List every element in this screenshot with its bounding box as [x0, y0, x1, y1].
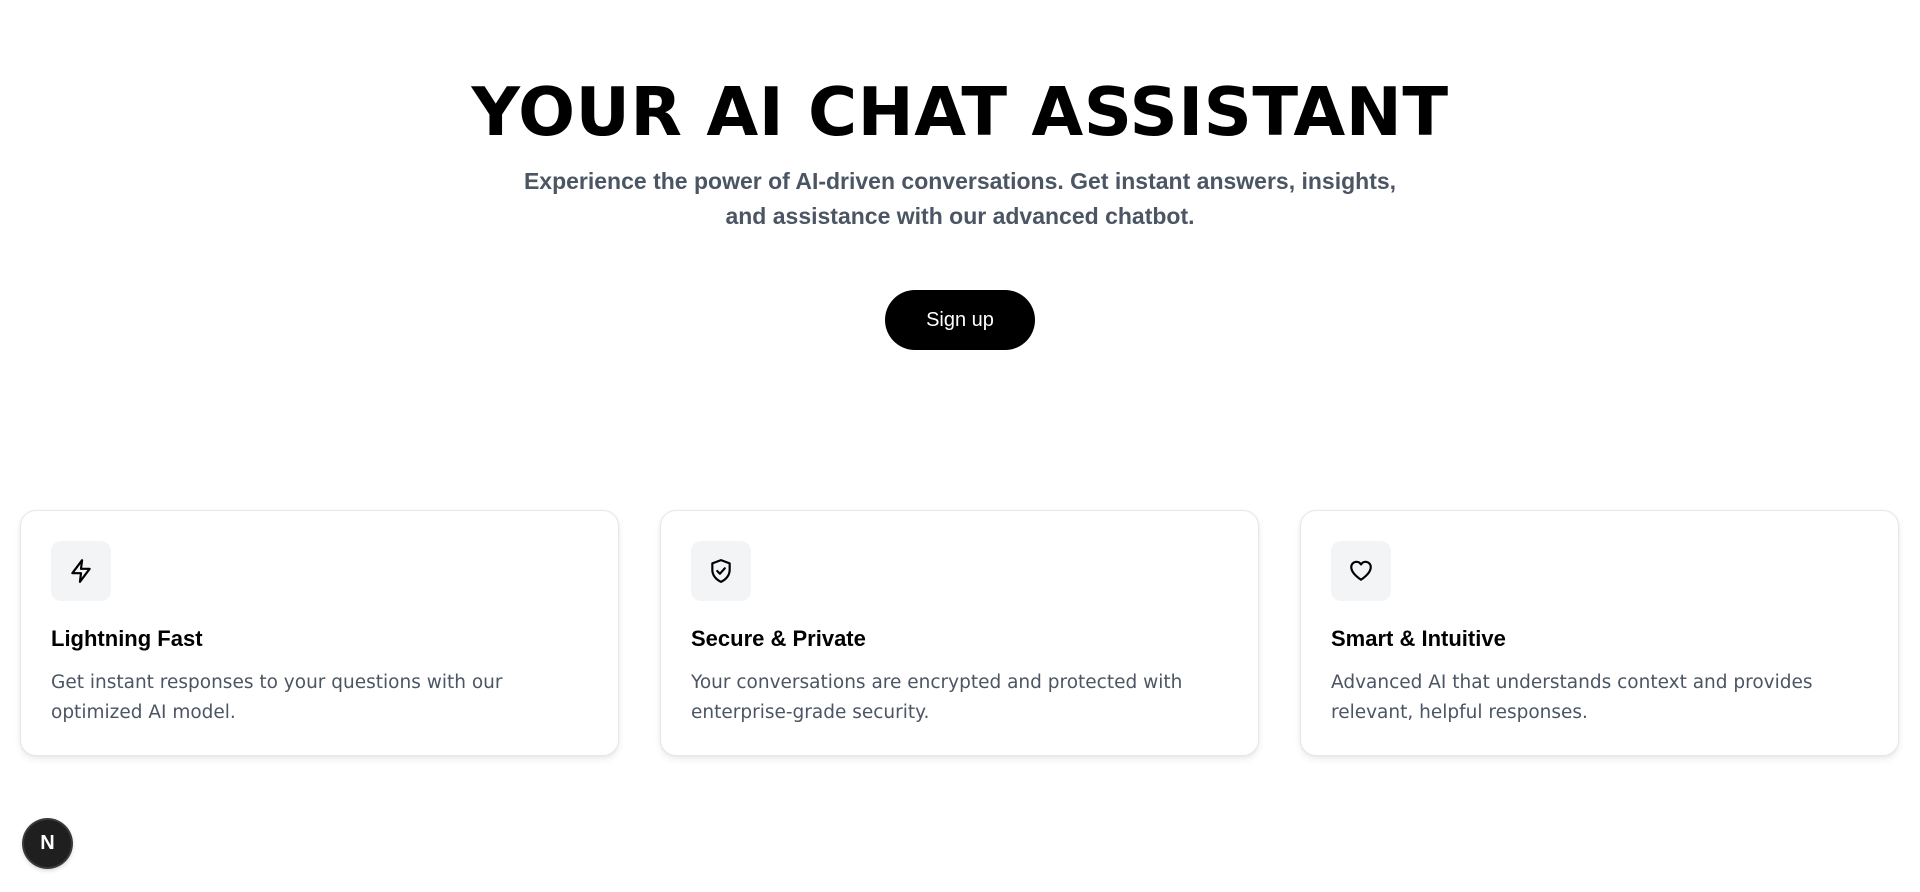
feature-description: Get instant responses to your questions … [51, 672, 503, 723]
lightning-icon [51, 541, 111, 601]
feature-card-secure-private: Secure & Private Your conversations are … [660, 510, 1259, 756]
signup-button[interactable]: Sign up [885, 290, 1035, 350]
hero-section: YOUR AI CHAT ASSISTANT Experience the po… [0, 70, 1920, 350]
hero-title: YOUR AI CHAT ASSISTANT [471, 73, 1449, 151]
feature-description: Advanced AI that understands context and… [1331, 672, 1813, 723]
feature-card-lightning-fast: Lightning Fast Get instant responses to … [20, 510, 619, 756]
heart-icon [1331, 541, 1391, 601]
feature-title: Lightning Fast [51, 626, 203, 651]
nextjs-dev-badge[interactable]: N [24, 820, 71, 867]
feature-title: Secure & Private [691, 626, 866, 651]
feature-card-smart-intuitive: Smart & Intuitive Advanced AI that under… [1300, 510, 1899, 756]
landing-page: YOUR AI CHAT ASSISTANT Experience the po… [0, 0, 1920, 892]
feature-description: Your conversations are encrypted and pro… [691, 672, 1183, 723]
hero-subtitle-line-2: and assistance with our advanced chatbot… [725, 203, 1195, 229]
hero-subtitle-line-1: Experience the power of AI-driven conver… [523, 168, 1397, 194]
feature-title: Smart & Intuitive [1331, 626, 1506, 651]
shield-check-icon [691, 541, 751, 601]
features-section: Lightning Fast Get instant responses to … [20, 510, 1900, 756]
hero-subtitle: Experience the power of AI-driven conver… [0, 164, 1920, 234]
